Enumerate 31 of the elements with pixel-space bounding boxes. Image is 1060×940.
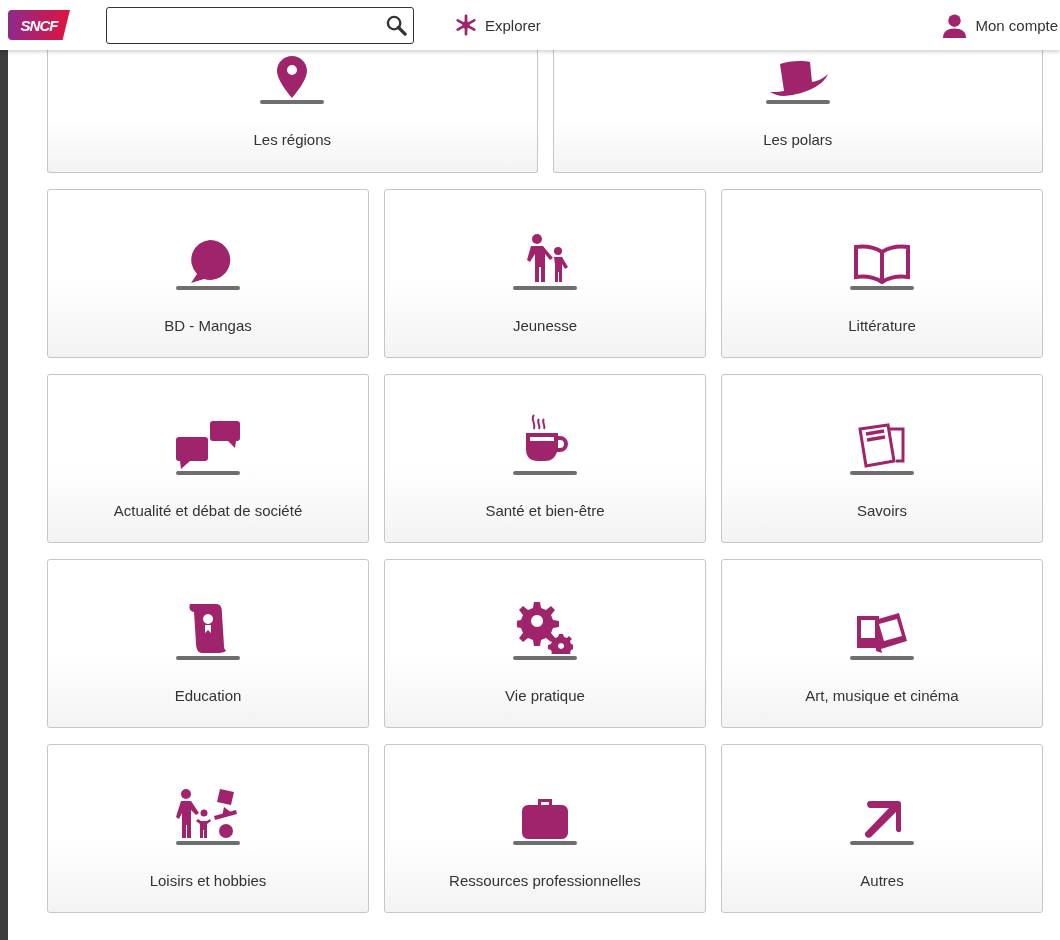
category-card[interactable]: Littérature [721, 189, 1043, 358]
gears-icon [517, 602, 573, 654]
category-card[interactable]: Vie pratique [384, 559, 706, 728]
briefcase-icon [522, 799, 568, 839]
category-card[interactable]: BD - Mangas [47, 189, 369, 358]
category-card[interactable]: Jeunesse [384, 189, 706, 358]
category-card[interactable]: Education [47, 559, 369, 728]
family-and-toys-icon [176, 789, 240, 839]
search-icon[interactable] [386, 14, 407, 36]
category-card[interactable]: Les polars [552, 50, 1043, 173]
logo[interactable]: SNCF [8, 10, 70, 40]
open-book-icon [852, 244, 912, 284]
search-field[interactable] [106, 6, 414, 44]
scroll-with-ribbon-icon [188, 602, 228, 654]
account-link[interactable]: Mon compte [942, 12, 1058, 38]
category-card[interactable]: Santé et bien-être [384, 374, 706, 543]
person-icon [942, 12, 968, 38]
category-card[interactable]: Loisirs et hobbies [47, 744, 369, 913]
category-card[interactable]: Actualité et débat de société [47, 374, 369, 543]
category-card[interactable]: Ressources professionnelles [384, 744, 706, 913]
category-card[interactable]: Art, musique et cinéma [721, 559, 1043, 728]
diagonal-arrow-icon [862, 799, 902, 839]
map-pin-icon [277, 56, 308, 98]
snowflake-icon [455, 14, 477, 36]
chat-bubbles-icon [176, 421, 240, 469]
explore-link[interactable]: Explorer [455, 14, 541, 36]
photos-icon [857, 610, 907, 654]
category-card[interactable]: Autres [721, 744, 1043, 913]
category-card[interactable]: Savoirs [721, 374, 1043, 543]
newspaper-icon [857, 423, 907, 469]
category-card[interactable]: Les régions [47, 50, 538, 173]
